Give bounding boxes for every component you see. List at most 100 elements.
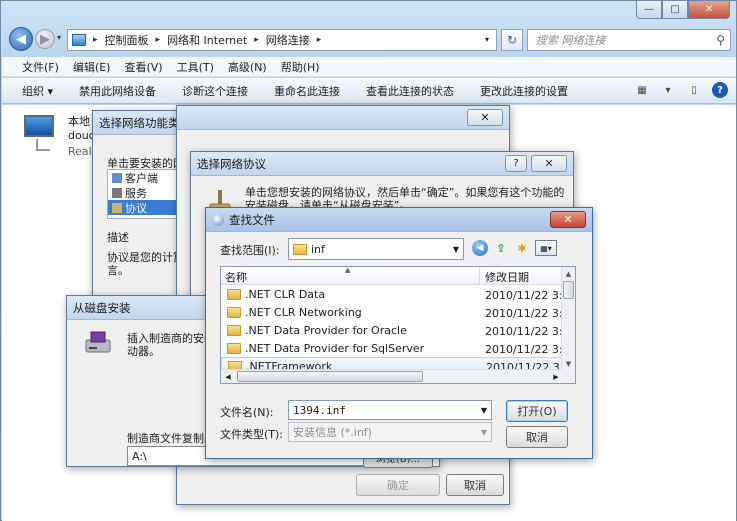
file-type-dropdown[interactable]: 安装信息 (*.inf) ▼ [288, 422, 492, 442]
refresh-button[interactable]: ↻ [501, 29, 523, 51]
diagnose-connection-button[interactable]: 诊断这个连接 [182, 83, 248, 99]
change-view-icon[interactable]: ▦ [634, 82, 650, 98]
help-button[interactable]: ? [505, 155, 527, 172]
breadcrumb-control-panel[interactable]: 控制面板 [105, 32, 149, 48]
file-name-label: 文件名(N): [220, 406, 274, 419]
forward-button[interactable]: ▶ [35, 29, 55, 49]
view-controls: ▦ ▾ ▯ ? [634, 82, 728, 98]
vertical-scrollbar[interactable]: ▲ ▼ [561, 267, 575, 371]
file-name: .NET Data Provider for SqlServer [245, 342, 425, 355]
folder-icon [227, 343, 241, 354]
scroll-corner [561, 369, 575, 383]
close-icon: ✕ [563, 213, 573, 226]
scroll-thumb[interactable] [563, 281, 574, 299]
minimize-button[interactable]: — [636, 1, 662, 19]
view-status-button[interactable]: 查看此连接的状态 [366, 83, 454, 99]
client-icon [112, 172, 122, 183]
refresh-icon: ↻ [506, 33, 518, 47]
file-type-value: 安装信息 (*.inf) [293, 426, 372, 439]
menu-help[interactable]: 帮助(H) [281, 59, 320, 75]
close-button[interactable]: ✕ [467, 109, 503, 126]
menu-bar: 文件(F) 编辑(E) 查看(V) 工具(T) 高级(N) 帮助(H) [2, 57, 736, 77]
organize-button[interactable]: 组织 ▾ [22, 83, 53, 99]
look-in-label: 查找范围(I): [220, 244, 280, 257]
menu-file[interactable]: 文件(F) [22, 59, 59, 75]
menu-edit[interactable]: 编辑(E) [73, 59, 111, 75]
file-list[interactable]: ▲ 名称 修改日期 .NET CLR Data 2010/11/22 3:23 … [220, 266, 576, 384]
breadcrumb-network-connections[interactable]: 网络连接 [266, 32, 310, 48]
rename-connection-button[interactable]: 重命名此连接 [274, 83, 340, 99]
close-icon: ✕ [480, 111, 490, 124]
view-options-chevron-icon[interactable]: ▾ [660, 82, 676, 98]
dialog-title: 从磁盘安装 [73, 300, 131, 315]
help-icon[interactable]: ? [712, 82, 728, 98]
close-button[interactable]: ✕ [550, 211, 586, 228]
folder-icon [227, 289, 241, 300]
find-toolbar: ◀ ⇧ ✱ ▦▾ [472, 240, 557, 256]
network-adapter-icon [20, 115, 60, 151]
local-area-connection-item[interactable]: 本地 douc Realt [20, 111, 96, 163]
ok-button[interactable]: 确定 [356, 474, 440, 496]
preview-pane-icon[interactable]: ▯ [686, 82, 702, 98]
folder-icon [227, 325, 241, 336]
change-settings-button[interactable]: 更改此连接的设置 [480, 83, 568, 99]
maximize-button[interactable]: □ [662, 1, 688, 19]
back-icon[interactable]: ◀ [472, 240, 488, 256]
menu-advanced[interactable]: 高级(N) [228, 59, 267, 75]
copy-from-label: 制造商文件复制来 [127, 432, 215, 445]
scroll-up-icon[interactable]: ▲ [562, 267, 575, 281]
cancel-button[interactable]: 取消 [446, 474, 504, 496]
dialog-title: 查找文件 [229, 212, 275, 227]
adapter-name: 本地 [68, 115, 90, 128]
chevron-down-icon: ▼ [480, 428, 487, 437]
back-button[interactable]: ◀ [9, 27, 33, 51]
view-menu-icon[interactable]: ▦▾ [535, 240, 557, 256]
folder-icon [227, 307, 241, 318]
close-button[interactable]: ✕ [531, 155, 567, 172]
list-item-label: 服务 [125, 186, 147, 200]
list-item-label: 协议 [125, 201, 147, 215]
up-folder-icon[interactable]: ⇧ [493, 240, 509, 256]
dialog-titlebar: ✕ [177, 106, 509, 130]
dialog-title: 选择网络协议 [197, 156, 266, 171]
search-icon[interactable]: ⚲ [716, 33, 725, 47]
menu-tools[interactable]: 工具(T) [177, 59, 214, 75]
file-type-label: 文件类型(T): [220, 428, 284, 441]
scroll-thumb[interactable] [237, 371, 423, 382]
file-name-input[interactable]: 1394.inf ▼ [288, 400, 492, 420]
file-name: .NET Data Provider for Oracle [245, 324, 407, 337]
adapter-network: douc [68, 129, 95, 142]
file-list-header: ▲ 名称 修改日期 [221, 267, 563, 285]
file-row[interactable]: .NET CLR Networking 2010/11/22 3:23 [221, 304, 575, 322]
close-button[interactable]: ✕ [688, 1, 730, 19]
breadcrumb-network-internet[interactable]: 网络和 Internet [167, 32, 247, 48]
new-folder-icon[interactable]: ✱ [514, 240, 530, 256]
look-in-dropdown[interactable]: inf ▼ [288, 238, 464, 260]
chevron-down-icon[interactable]: ▼ [481, 406, 487, 415]
recent-pages-chevron-icon[interactable]: ▾ [57, 33, 61, 42]
sort-ascending-icon: ▲ [345, 266, 351, 274]
close-icon: ✕ [544, 157, 554, 170]
search-input[interactable]: 搜索 网络连接 ⚲ [527, 29, 731, 51]
file-row[interactable]: .NET Data Provider for Oracle 2010/11/22… [221, 322, 575, 340]
horizontal-scrollbar[interactable]: ◀ ▶ [221, 369, 563, 383]
file-name: .NET CLR Networking [245, 306, 362, 319]
dialog-titlebar: 选择网络协议 ? ✕ [191, 152, 573, 176]
address-history-chevron-icon[interactable]: ▾ [485, 35, 489, 44]
column-header-name[interactable]: 名称 [225, 269, 247, 285]
command-bar: 组织 ▾ 禁用此网络设备 诊断这个连接 重命名此连接 查看此连接的状态 更改此连… [2, 78, 736, 104]
file-row[interactable]: .NET CLR Data 2010/11/22 3:23 [221, 286, 575, 304]
breadcrumb-separator-icon: ▸ [254, 35, 259, 45]
disable-device-button[interactable]: 禁用此网络设备 [79, 83, 156, 99]
scroll-left-icon[interactable]: ◀ [221, 370, 235, 383]
network-folder-icon [72, 34, 86, 46]
cancel-button[interactable]: 取消 [506, 426, 568, 448]
menu-view[interactable]: 查看(V) [124, 59, 162, 75]
folder-icon [293, 243, 307, 255]
service-icon [112, 187, 122, 198]
navigation-row: ◀ ▶ ▾ ▸ 控制面板 ▸ 网络和 Internet ▸ 网络连接 ▸ ▾ ↻… [7, 25, 732, 53]
open-button[interactable]: 打开(O) [506, 400, 568, 422]
column-header-date[interactable]: 修改日期 [485, 269, 529, 285]
address-bar[interactable]: ▸ 控制面板 ▸ 网络和 Internet ▸ 网络连接 ▸ [67, 29, 497, 51]
file-row[interactable]: .NET Data Provider for SqlServer 2010/11… [221, 340, 575, 358]
